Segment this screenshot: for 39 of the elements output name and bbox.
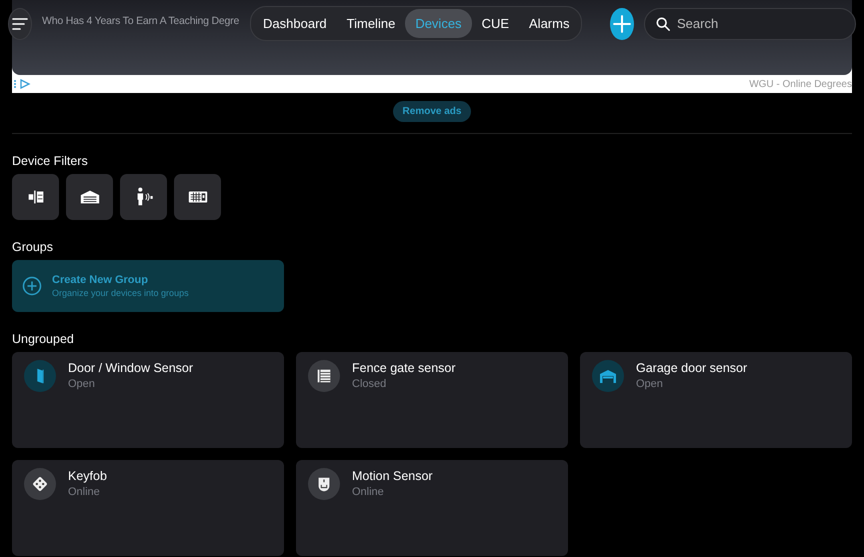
add-circle-icon: [22, 276, 42, 296]
section-heading: Groups: [12, 240, 54, 254]
nav-tab[interactable]: CUE: [472, 9, 520, 38]
device-card[interactable]: Motion Sensor Online: [296, 460, 568, 556]
device-name: Motion Sensor: [352, 469, 433, 483]
device-card[interactable]: Garage door sensor Open: [580, 352, 852, 448]
create-group-card[interactable]: Create New Group Organize your devices into groups: [12, 260, 284, 312]
section-heading: Ungrouped: [12, 332, 75, 346]
device-status: Online: [352, 486, 385, 498]
filter-button[interactable]: [120, 174, 167, 220]
device-card[interactable]: Fence gate sensor Closed: [296, 352, 568, 448]
nav-tab[interactable]: Dashboard: [253, 9, 337, 38]
device-card[interactable]: Door / Window Sensor Open: [12, 352, 284, 448]
device-status: Open: [68, 378, 96, 390]
device-name: Keyfob: [68, 469, 107, 483]
filter-button[interactable]: [174, 174, 221, 220]
filter-button[interactable]: [12, 174, 59, 220]
section-heading: Device Filters: [12, 154, 89, 168]
gate-icon: [315, 367, 333, 385]
nav-tab[interactable]: Timeline: [336, 9, 406, 38]
create-group-subtitle: Organize your devices into groups: [52, 288, 189, 298]
create-group-title: Create New Group: [52, 274, 149, 286]
ad-choices-icon[interactable]: [13, 79, 33, 89]
device-name: Door / Window Sensor: [68, 361, 194, 375]
device-status: Online: [68, 486, 101, 498]
device-status: Open: [636, 378, 664, 390]
plus-icon: [613, 14, 632, 32]
nav-tab[interactable]: Alarms: [519, 9, 580, 38]
remove-ads-button[interactable]: Remove ads: [392, 101, 472, 122]
device-status: Closed: [352, 378, 388, 390]
nav-tab[interactable]: Devices: [405, 9, 472, 38]
device-name: Garage door sensor: [636, 361, 748, 375]
device-name: Fence gate sensor: [352, 361, 456, 375]
menu-icon: [12, 18, 28, 30]
filter-button[interactable]: [66, 174, 113, 220]
ad-headline: Who Has 4 Years To Earn A Teaching Degre: [42, 15, 240, 27]
ad-sponsor: WGU - Online Degrees: [749, 78, 852, 90]
search-field[interactable]: Search: [644, 8, 856, 40]
device-card[interactable]: Keyfob Online: [12, 460, 284, 556]
